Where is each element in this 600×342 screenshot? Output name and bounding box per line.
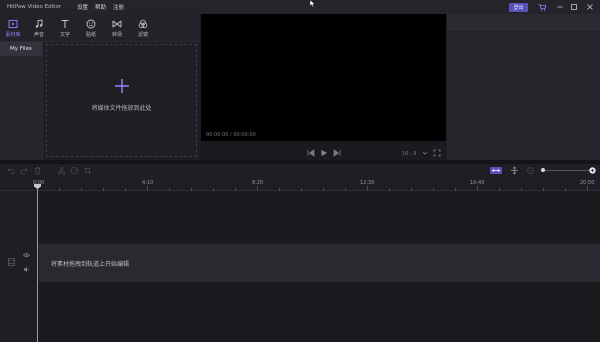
track-drop-hint: 将素材拖拽到轨道上开始编辑: [51, 261, 130, 268]
menu-settings[interactable]: 设置: [77, 3, 88, 11]
tool-filter[interactable]: 滤镜: [130, 14, 156, 42]
music-icon: [35, 18, 43, 28]
logout-button[interactable]: 登出: [509, 3, 528, 12]
media-icon: [8, 19, 18, 28]
chevron-down-icon[interactable]: [422, 150, 428, 156]
zoom-out-icon[interactable]: [527, 167, 534, 174]
zoom-in-icon[interactable]: [589, 167, 596, 174]
menu-bar: 设置 帮助 注册: [77, 3, 124, 11]
playhead-handle[interactable]: [34, 184, 41, 189]
next-frame-icon[interactable]: [333, 149, 341, 157]
delete-icon[interactable]: [33, 166, 42, 175]
tool-text-label: 文字: [59, 31, 70, 38]
maximize-icon[interactable]: [569, 2, 579, 12]
minimize-icon[interactable]: [555, 2, 565, 12]
tool-text[interactable]: 文字: [52, 14, 78, 42]
eye-icon[interactable]: [23, 252, 30, 258]
preview-panel: [201, 14, 446, 160]
aspect-ratio-select[interactable]: 16 : 9: [402, 151, 416, 157]
track-header-main: [0, 244, 38, 282]
previous-frame-icon[interactable]: [307, 149, 315, 157]
film-icon: [8, 258, 15, 266]
tool-audio-label: 声音: [33, 31, 44, 38]
fullscreen-icon[interactable]: [433, 149, 441, 157]
menu-register[interactable]: 注册: [113, 3, 124, 11]
cart-icon[interactable]: [537, 2, 547, 12]
speed-icon[interactable]: [70, 166, 79, 175]
properties-panel: [447, 14, 600, 160]
play-icon[interactable]: [320, 149, 328, 157]
playback-time: 00:00:00 / 00:00:00: [206, 132, 256, 138]
asset-toolbar: 素材库 声音 文字 贴纸 转场 滤镜: [0, 14, 200, 42]
tool-sticker-label: 贴纸: [85, 31, 96, 38]
sidebar-item-my-files[interactable]: My Files: [0, 42, 42, 56]
tool-media[interactable]: 素材库: [0, 14, 26, 42]
text-icon: [61, 19, 69, 28]
drop-hint: 将媒体文件拖放到此处: [91, 105, 152, 112]
properties-header: [447, 14, 600, 30]
media-panel: 素材库 声音 文字 贴纸 转场 滤镜 My Files 将媒体文件拖放到此处: [0, 14, 200, 160]
track-empty-top[interactable]: [39, 191, 600, 243]
track-header-empty: [0, 191, 38, 243]
redo-icon[interactable]: [20, 166, 29, 175]
crop-icon[interactable]: [83, 166, 92, 175]
tool-audio[interactable]: 声音: [26, 14, 52, 42]
fit-timeline-icon[interactable]: [510, 166, 519, 175]
transition-icon: [112, 20, 122, 27]
mouse-cursor-icon: [310, 0, 316, 8]
media-sidebar: My Files: [0, 42, 43, 160]
media-drop-zone[interactable]: 将媒体文件拖放到此处: [46, 44, 197, 157]
tool-media-label: 素材库: [5, 31, 21, 38]
filter-icon: [138, 19, 148, 28]
plus-icon[interactable]: [114, 78, 130, 94]
sticker-icon: [86, 19, 96, 28]
close-icon[interactable]: [585, 2, 595, 12]
menu-help[interactable]: 帮助: [95, 3, 106, 11]
timeline-ruler[interactable]: [0, 178, 600, 191]
split-icon[interactable]: [57, 166, 66, 175]
snap-toggle-icon[interactable]: [490, 167, 502, 174]
undo-icon[interactable]: [6, 166, 15, 175]
audio-toggle-icon[interactable]: [23, 266, 30, 273]
tool-sticker[interactable]: 贴纸: [78, 14, 104, 42]
video-preview: [201, 14, 446, 141]
tool-filter-label: 滤镜: [137, 31, 148, 38]
playhead[interactable]: [37, 184, 38, 342]
tool-transition[interactable]: 转场: [104, 14, 130, 42]
zoom-slider-handle[interactable]: [541, 168, 545, 172]
zoom-slider[interactable]: [543, 170, 591, 171]
track-header-empty-bottom: [0, 283, 38, 342]
title-bar: HitPaw Video Editor 设置 帮助 注册 登出: [0, 0, 600, 14]
app-title: HitPaw Video Editor: [7, 4, 61, 10]
tool-transition-label: 转场: [111, 31, 122, 38]
track-empty-bottom[interactable]: [39, 283, 600, 342]
